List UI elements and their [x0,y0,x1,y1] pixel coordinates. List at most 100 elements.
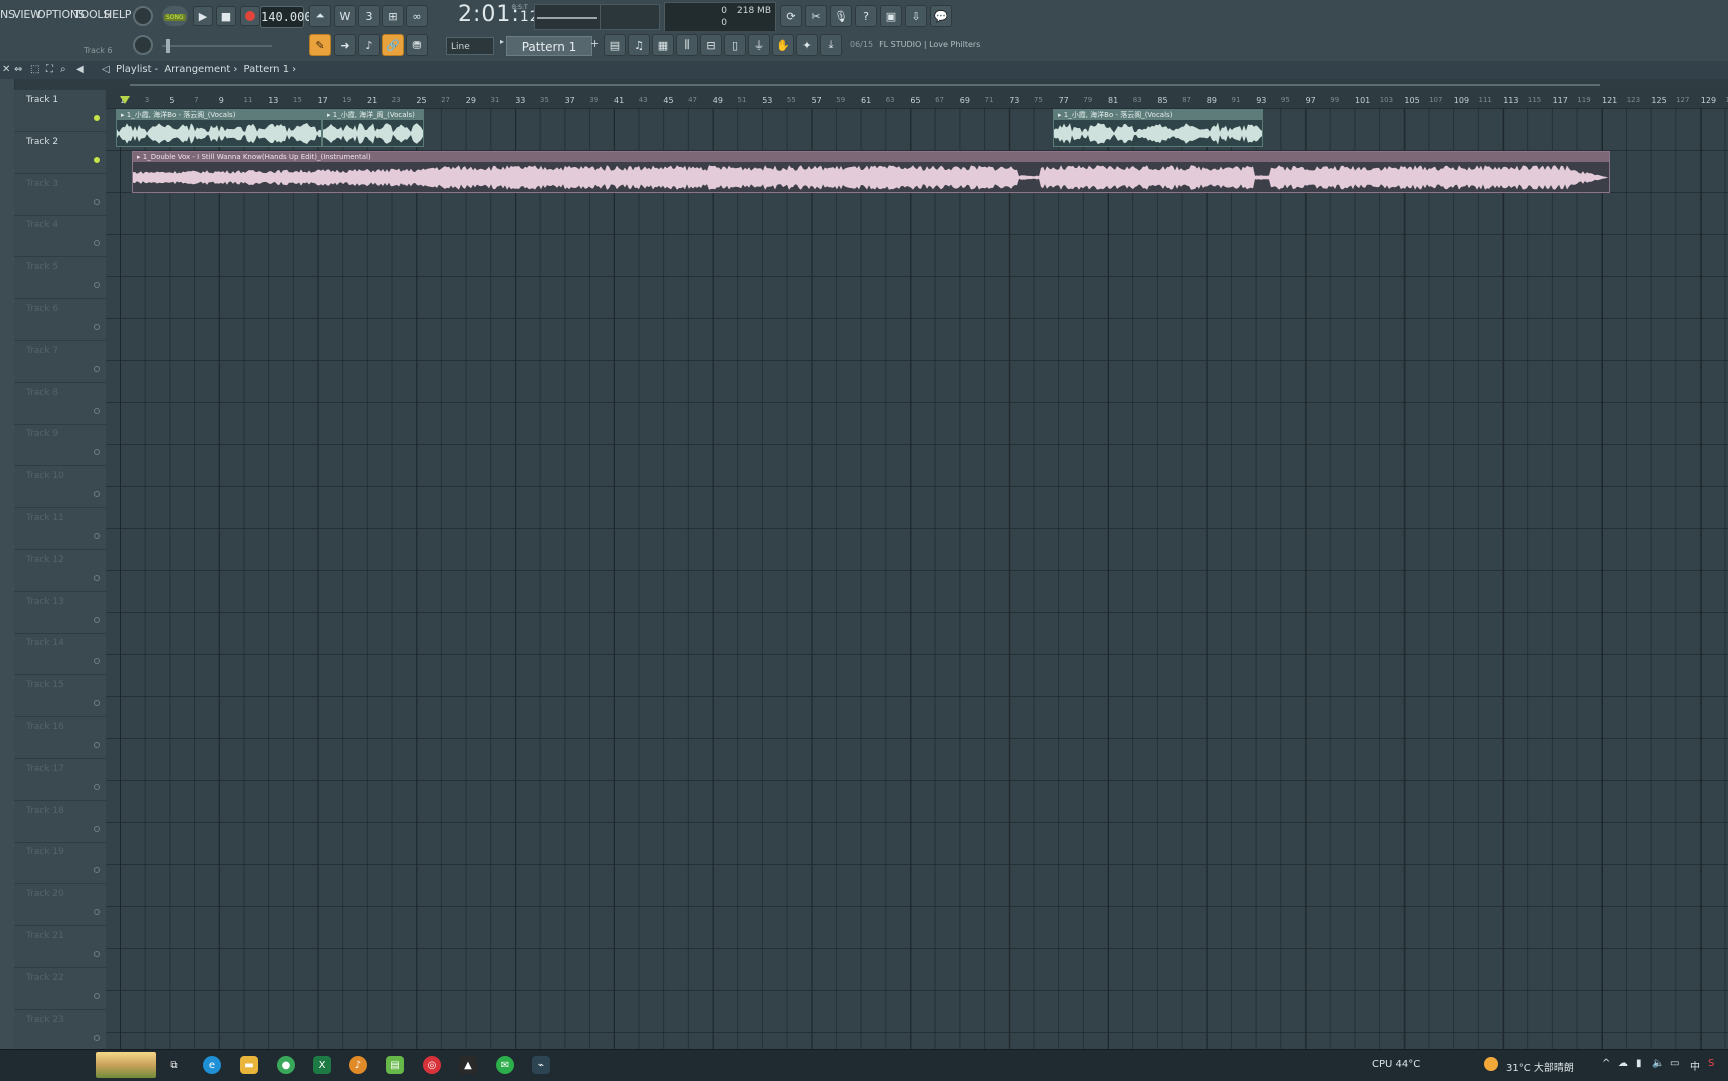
display-icon[interactable]: ▭ [1670,1058,1679,1069]
chevron-up-icon[interactable]: ^ [1602,1058,1610,1069]
track-mute-led[interactable] [94,157,100,163]
track-mute-led[interactable] [94,658,100,664]
fl-studio-icon[interactable]: ♪ [349,1056,367,1074]
track-mute-led[interactable] [94,867,100,873]
feedback-button[interactable]: 💬 [930,5,952,27]
track-header[interactable]: Track 15 [14,675,106,717]
arrangement-menu-icon[interactable]: ◁ [102,64,110,75]
track-header[interactable]: Track 2 [14,132,106,174]
breadcrumb-playlist[interactable]: Playlist [116,64,152,75]
track-header[interactable]: Track 7 [14,341,106,383]
track-mute-led[interactable] [94,533,100,539]
tool-draw-button[interactable]: ✎ [309,34,331,56]
export-button[interactable]: ⤓ [820,34,842,56]
stop-button[interactable]: ■ [216,6,236,26]
track-header[interactable]: Track 19 [14,842,106,884]
plugin-database-button[interactable]: ⏚ [748,34,770,56]
weather-sun-icon[interactable] [1484,1057,1498,1071]
playhead-marker[interactable] [120,96,130,104]
touch-controller-button[interactable]: ✋ [772,34,794,56]
green-folder-icon[interactable]: ▤ [386,1056,404,1074]
track-header[interactable]: Track 6 [14,299,106,341]
pattern-selector[interactable]: Pattern 1 [506,36,592,56]
track-header[interactable]: Track 22 [14,968,106,1010]
main-volume-knob[interactable] [133,6,153,26]
tool-slip-button[interactable]: ♪ [358,34,380,56]
track-header[interactable]: Track 13 [14,592,106,634]
plugin-picker-button[interactable]: ▯ [724,34,746,56]
track-mute-led[interactable] [94,115,100,121]
save-button[interactable]: ▣ [880,5,902,27]
picker-panel[interactable] [0,79,15,1049]
track-header[interactable]: Track 8 [14,383,106,425]
step-edit-button[interactable]: ⊞ [382,5,404,27]
track-mute-led[interactable] [94,366,100,372]
track-header[interactable]: Track 12 [14,550,106,592]
render-button[interactable]: ⇩ [905,5,927,27]
wechat-icon[interactable]: ✉ [496,1056,514,1074]
metronome-button[interactable]: ⏶ [309,5,331,27]
app-icon[interactable]: ⌁ [532,1056,550,1074]
track-mute-led[interactable] [94,951,100,957]
tempo-display[interactable]: 140.000 [260,6,304,28]
tempo-tapper-button[interactable]: ✦ [796,34,818,56]
track-header[interactable]: Track 3 [14,174,106,216]
track-header[interactable]: Track 23 [14,1010,106,1052]
track-header[interactable]: Track 11 [14,508,106,550]
add-pattern-button[interactable]: + [590,37,600,55]
channel-rack-button[interactable]: ▦ [652,34,674,56]
tool-link-button[interactable]: 🔗 [382,34,404,56]
track-mute-led[interactable] [94,282,100,288]
breadcrumb-arrangement[interactable]: Arrangement [164,64,230,75]
green-app-icon[interactable]: ● [277,1056,295,1074]
notification-icon[interactable]: S [1708,1058,1714,1069]
track-header[interactable]: Track 5 [14,257,106,299]
resize-icon[interactable]: ⇔ [14,64,22,75]
timeline-ruler[interactable]: 1357911131517192123252729313335373941434… [106,90,1728,109]
breadcrumb-pattern[interactable]: Pattern 1 [244,64,290,75]
weather-widget[interactable]: 31°C 大部晴朗 [1506,1059,1574,1074]
track-header[interactable]: Track 18 [14,801,106,843]
track-header[interactable]: Track 17 [14,759,106,801]
cut-tool-button[interactable]: ✂ [805,5,827,27]
track-header[interactable]: Track 4 [14,215,106,257]
mixer-button[interactable]: ⫼ [676,34,698,56]
ime-indicator[interactable]: 中 [1690,1058,1700,1073]
track-header[interactable]: Track 14 [14,633,106,675]
track-header[interactable]: Track 10 [14,466,106,508]
tool-stamp-button[interactable]: ⛃ [406,34,428,56]
scrollbar-thumb[interactable] [130,84,1600,86]
track-header[interactable]: Track 1 [14,90,106,132]
track-mute-led[interactable] [94,408,100,414]
close-icon[interactable]: ✕ [2,64,10,75]
record-button[interactable] [240,6,260,26]
playlist-grid[interactable] [106,108,1728,1049]
track-mute-led[interactable] [94,1035,100,1041]
help-button[interactable]: ? [855,5,877,27]
playlist-window-button[interactable]: ▤ [604,34,626,56]
cloud-icon[interactable]: ☁ [1618,1058,1628,1069]
snap-select[interactable]: Line [446,37,494,55]
file-explorer-icon[interactable]: ▬ [240,1056,258,1074]
loop-record-button[interactable]: ∞ [406,5,428,27]
pattern-song-toggle[interactable]: SONG [162,6,188,26]
master-pitch-knob[interactable] [133,35,153,55]
track-mute-led[interactable] [94,199,100,205]
play-button[interactable]: ▶ [193,6,213,26]
widgets-thumbnail[interactable] [96,1052,156,1078]
track-header[interactable]: Track 16 [14,717,106,759]
countdown-button[interactable]: 3 [358,5,380,27]
audio-clip[interactable]: ▸ 1_小霞, 海洋Bo - 落云阁_(Vocals) [116,109,322,147]
track-header[interactable]: Track 9 [14,424,106,466]
track-mute-led[interactable] [94,993,100,999]
browser-button[interactable]: ⊟ [700,34,722,56]
track-header[interactable]: Track 21 [14,926,106,968]
audio-clip[interactable]: ▸ 1_小霞, 海洋_阁_(Vocals) [322,109,424,147]
dark-app-icon[interactable]: ▲ [459,1056,477,1074]
volume-icon[interactable]: 🔈 [1652,1058,1664,1069]
track-mute-led[interactable] [94,575,100,581]
online-refresh-button[interactable]: ⟳ [780,5,802,27]
tool-play-button[interactable]: ➜ [334,34,356,56]
battery-icon[interactable]: ▮ [1636,1058,1642,1069]
track-mute-led[interactable] [94,784,100,790]
